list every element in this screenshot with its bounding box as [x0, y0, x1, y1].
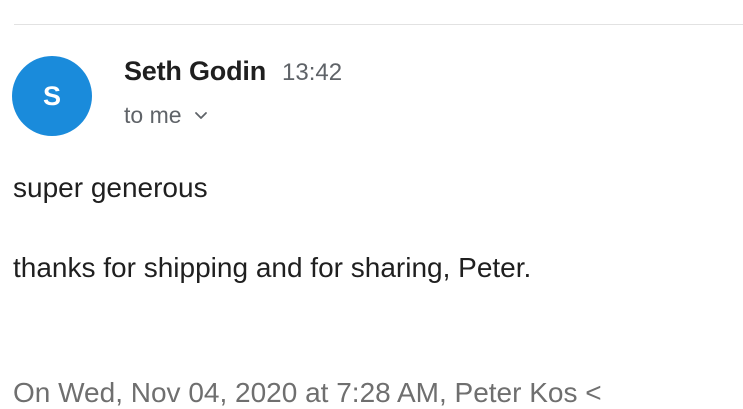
- body-line: super generous: [13, 172, 208, 203]
- avatar[interactable]: S: [12, 56, 92, 136]
- recipient-label: to me: [124, 102, 182, 128]
- message-time: 13:42: [282, 59, 343, 86]
- divider: [14, 24, 743, 25]
- body-line: thanks for shipping and for sharing, Pet…: [13, 252, 532, 283]
- sender-line: Seth Godin 13:42: [124, 56, 342, 88]
- sender-meta: Seth Godin 13:42 to me: [124, 56, 342, 129]
- recipient-toggle[interactable]: to me: [124, 102, 342, 129]
- message-body: super generous thanks for shipping and f…: [13, 172, 743, 284]
- message-header: S Seth Godin 13:42 to me: [12, 56, 342, 136]
- sender-name[interactable]: Seth Godin: [124, 56, 266, 87]
- chevron-down-icon: [194, 111, 207, 119]
- quoted-reply-header: On Wed, Nov 04, 2020 at 7:28 AM, Peter K…: [13, 377, 602, 408]
